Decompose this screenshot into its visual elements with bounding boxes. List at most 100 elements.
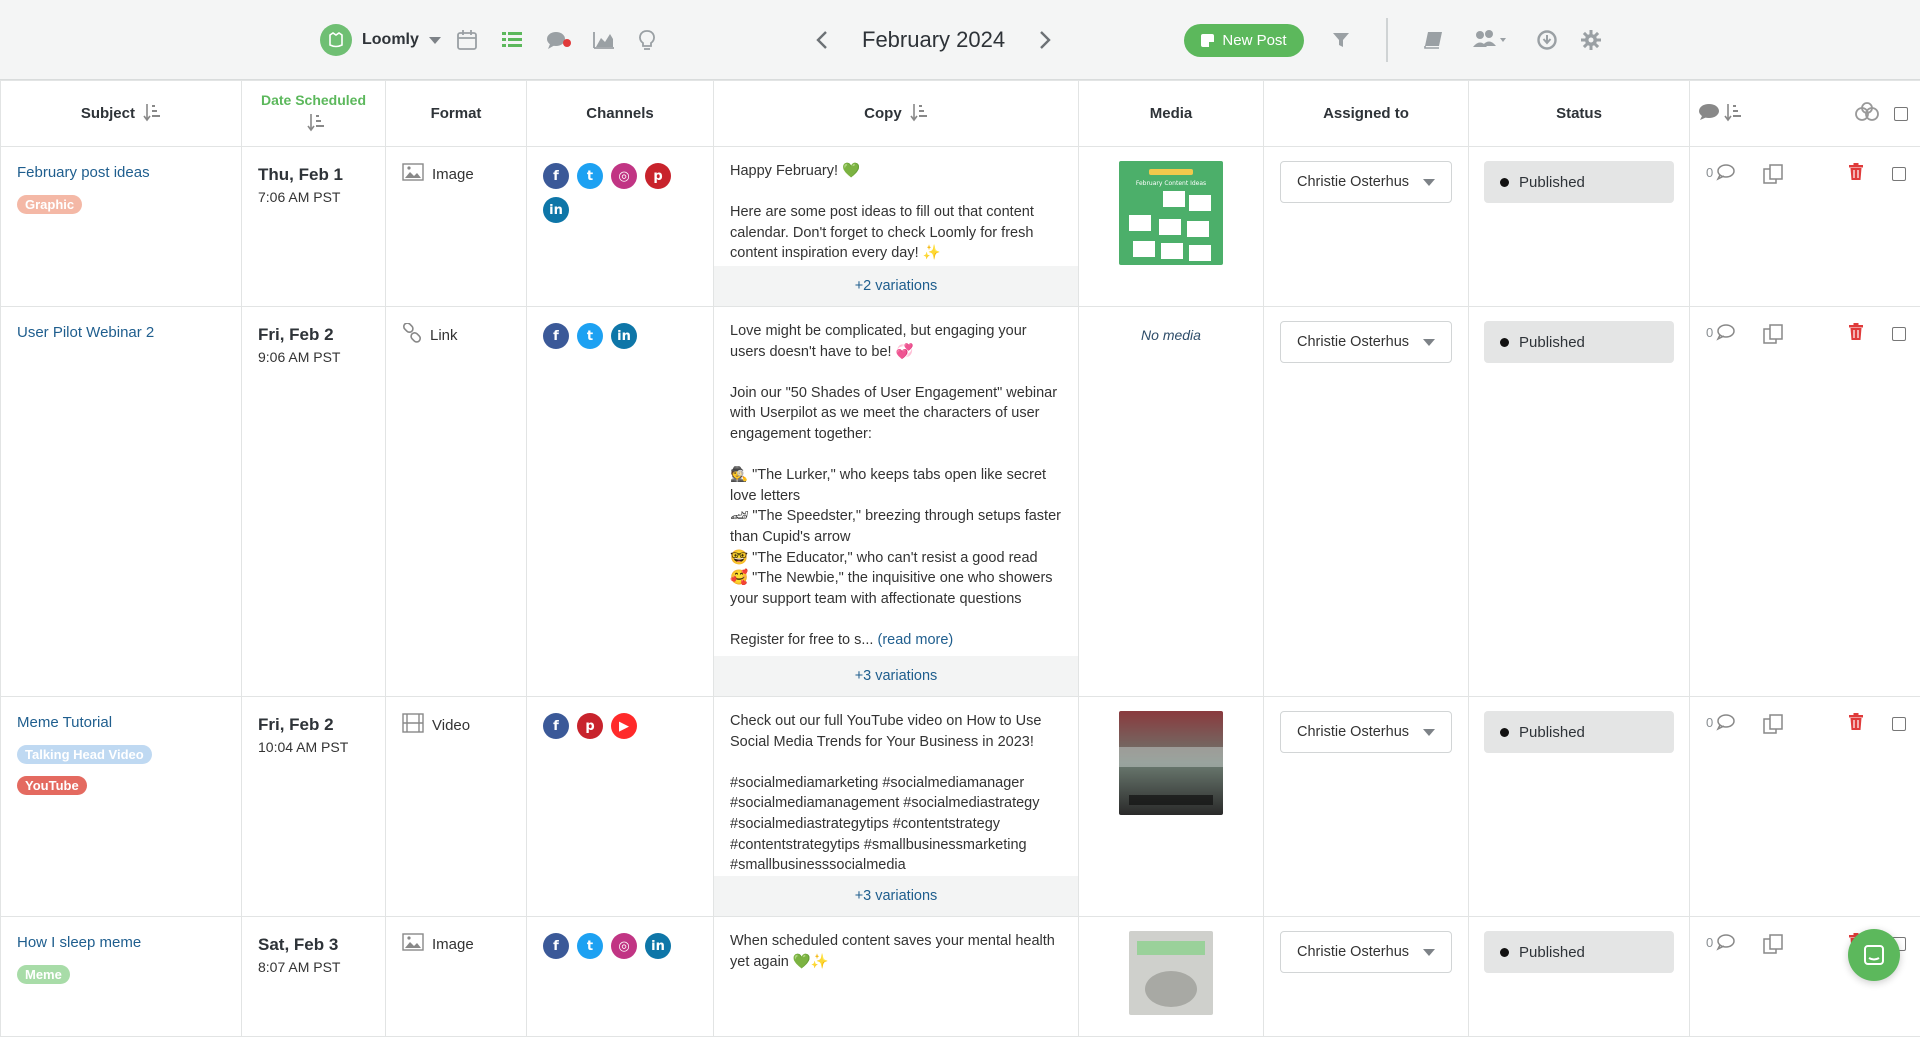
list-view-icon[interactable] [497, 26, 527, 54]
post-subject-link[interactable]: User Pilot Webinar 2 [17, 323, 225, 343]
variations-link[interactable]: +2 variations [714, 266, 1078, 306]
ideas-chat-icon[interactable] [544, 26, 574, 54]
chevron-down-icon [1423, 339, 1435, 346]
media-thumbnail[interactable] [1119, 711, 1223, 815]
analytics-chart-icon[interactable] [589, 26, 619, 54]
media-thumbnail[interactable]: February Content Ideas [1119, 161, 1223, 265]
duplicate-post-icon[interactable] [1762, 713, 1848, 739]
facebook-icon[interactable]: f [543, 323, 569, 349]
status-dropdown[interactable]: Published [1484, 321, 1674, 363]
facebook-icon[interactable]: f [543, 163, 569, 189]
post-tag[interactable]: Meme [17, 965, 70, 984]
previous-month-chevron-icon[interactable] [808, 26, 836, 54]
lightbulb-icon[interactable] [632, 26, 662, 54]
comments-button[interactable]: 0 [1706, 713, 1762, 731]
new-post-button[interactable]: New Post [1184, 24, 1304, 57]
pinterest-icon[interactable]: p [577, 713, 603, 739]
comments-button[interactable]: 0 [1706, 163, 1762, 181]
post-tag[interactable]: YouTube [17, 776, 87, 795]
row-select-checkbox[interactable] [1892, 167, 1906, 181]
facebook-icon[interactable]: f [543, 933, 569, 959]
library-book-icon[interactable] [1418, 26, 1448, 54]
comments-button[interactable]: 0 [1706, 933, 1762, 951]
comments-bubble-icon [1698, 103, 1720, 125]
copy-body: When scheduled content saves your mental… [730, 933, 1059, 970]
row-select-checkbox[interactable] [1892, 717, 1906, 731]
assignee-dropdown[interactable]: Christie Osterhus [1280, 321, 1452, 363]
instagram-icon[interactable]: ◎ [611, 933, 637, 959]
post-tag[interactable]: Talking Head Video [17, 745, 152, 764]
delete-trash-icon[interactable] [1848, 713, 1892, 735]
calendar-view-icon[interactable] [452, 26, 482, 54]
subject-column-header[interactable]: Subject [1, 81, 242, 147]
copy-text[interactable]: Love might be complicated, but engaging … [714, 307, 1078, 651]
format-cell: Image [386, 147, 527, 307]
comment-count: 0 [1706, 165, 1713, 180]
facebook-icon[interactable]: f [543, 713, 569, 739]
calendar-switcher[interactable]: Loomly [320, 22, 441, 58]
duplicate-post-icon[interactable] [1762, 933, 1848, 959]
bulk-actions-icon[interactable] [1854, 102, 1880, 126]
comment-count: 0 [1706, 935, 1713, 950]
twitter-icon[interactable]: t [577, 933, 603, 959]
twitter-icon[interactable]: t [577, 323, 603, 349]
variations-link[interactable]: +3 variations [714, 876, 1078, 916]
assignee-dropdown[interactable]: Christie Osterhus [1280, 931, 1452, 973]
linkedin-icon[interactable]: in [611, 323, 637, 349]
copy-column-header[interactable]: Copy [714, 81, 1079, 147]
format-cell: Image [386, 917, 527, 1037]
settings-gear-icon[interactable] [1576, 26, 1606, 54]
sort-icon[interactable] [1724, 102, 1742, 126]
sort-icon[interactable] [307, 112, 325, 135]
assignee-dropdown[interactable]: Christie Osterhus [1280, 711, 1452, 753]
team-menu-icon[interactable] [1470, 26, 1512, 54]
assignee-dropdown[interactable]: Christie Osterhus [1280, 161, 1452, 203]
thumbnail-caption: February Content Ideas [1136, 180, 1206, 187]
copy-text[interactable]: Check out our full YouTube video on How … [714, 697, 1078, 876]
status-dropdown[interactable]: Published [1484, 711, 1674, 753]
twitter-icon[interactable]: t [577, 163, 603, 189]
select-all-checkbox[interactable] [1894, 107, 1908, 121]
calendar-name: Loomly [362, 31, 419, 49]
comment-count: 0 [1706, 715, 1713, 730]
media-thumbnail[interactable] [1129, 931, 1213, 1015]
date-header-label: Date Scheduled [242, 92, 385, 108]
delete-trash-icon[interactable] [1848, 323, 1892, 345]
channels-cell: ft ◎ in [527, 917, 714, 1037]
variations-link[interactable]: +3 variations [714, 656, 1078, 696]
duplicate-post-icon[interactable] [1762, 323, 1848, 349]
sort-icon[interactable] [143, 102, 161, 126]
status-cell: Published [1469, 697, 1690, 917]
comments-button[interactable]: 0 [1706, 323, 1762, 341]
assigned-cell: Christie Osterhus [1264, 147, 1469, 307]
date-column-header[interactable]: Date Scheduled [242, 81, 386, 147]
pinterest-icon[interactable]: p [645, 163, 671, 189]
status-dropdown[interactable]: Published [1484, 161, 1674, 203]
post-subject-link[interactable]: Meme Tutorial [17, 713, 225, 733]
linkedin-icon[interactable]: in [543, 197, 569, 223]
assigned-cell: Christie Osterhus [1264, 917, 1469, 1037]
post-subject-link[interactable]: How I sleep meme [17, 933, 225, 953]
format-cell: Video [386, 697, 527, 917]
youtube-icon[interactable]: ▶ [611, 713, 637, 739]
copy-text[interactable]: When scheduled content saves your mental… [714, 917, 1078, 972]
current-month-label: February 2024 [862, 27, 1005, 53]
duplicate-post-icon[interactable] [1762, 163, 1848, 189]
instagram-icon[interactable]: ◎ [611, 163, 637, 189]
row-select-checkbox[interactable] [1892, 327, 1906, 341]
post-tag[interactable]: Graphic [17, 195, 82, 214]
scheduled-time: 10:04 AM PST [258, 737, 369, 757]
next-month-chevron-icon[interactable] [1031, 26, 1059, 54]
delete-trash-icon[interactable] [1848, 163, 1892, 185]
scheduled-time: 7:06 AM PST [258, 187, 369, 207]
read-more-link[interactable]: (read more) [877, 632, 953, 648]
scheduled-time: 9:06 AM PST [258, 347, 369, 367]
filter-icon[interactable] [1326, 26, 1356, 54]
copy-text[interactable]: Happy February! 💚 Here are some post ide… [714, 147, 1078, 264]
support-chat-button[interactable] [1848, 929, 1900, 981]
status-dropdown[interactable]: Published [1484, 931, 1674, 973]
download-circle-icon[interactable] [1532, 26, 1562, 54]
post-subject-link[interactable]: February post ideas [17, 163, 225, 183]
linkedin-icon[interactable]: in [645, 933, 671, 959]
sort-icon[interactable] [910, 102, 928, 126]
